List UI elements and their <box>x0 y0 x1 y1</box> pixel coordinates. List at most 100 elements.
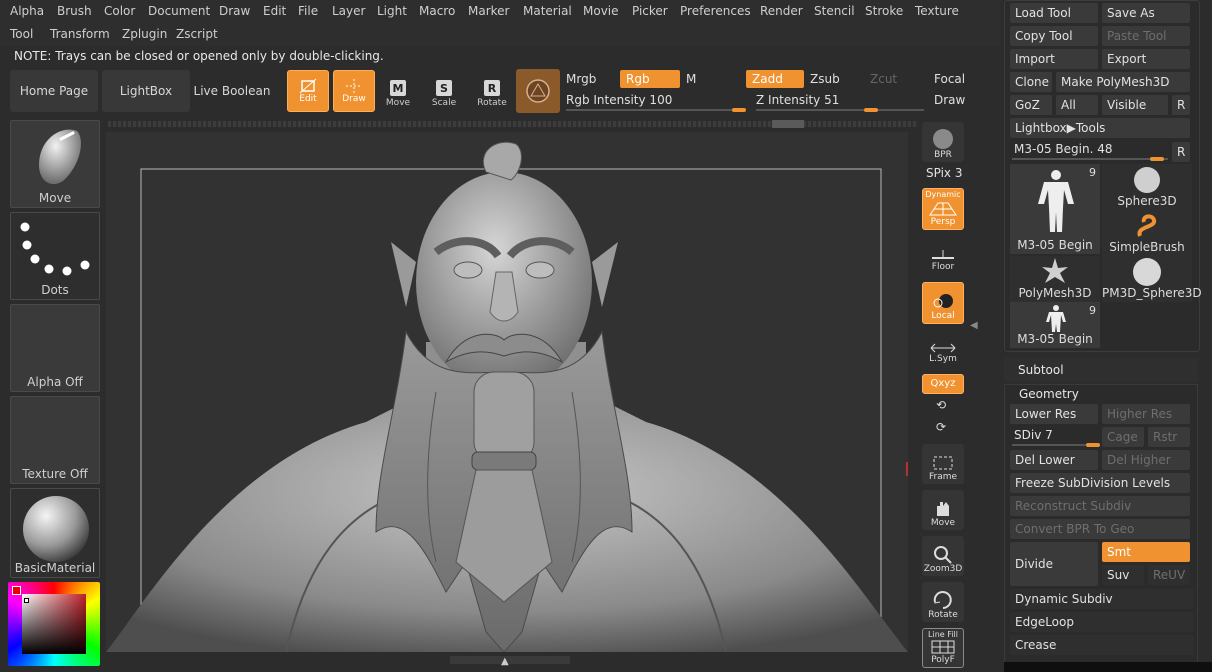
move-button[interactable]: M Move <box>380 76 416 108</box>
rgb-intensity-knob[interactable] <box>732 108 746 112</box>
scale-button[interactable]: S Scale <box>426 76 462 108</box>
menu-stencil[interactable]: Stencil <box>814 4 855 18</box>
goz-visible-button[interactable]: Visible <box>1102 95 1168 115</box>
rgb-intensity-track[interactable] <box>566 109 746 111</box>
tool-thumb-m305[interactable]: 9 M3-05 Begin <box>1010 164 1100 254</box>
export-button[interactable]: Export <box>1102 49 1190 69</box>
higher-res-button[interactable]: Higher Res <box>1102 404 1190 424</box>
menu-color[interactable]: Color <box>104 4 135 18</box>
menu-light[interactable]: Light <box>377 4 407 18</box>
local-button[interactable]: Local <box>922 282 964 324</box>
menu-material[interactable]: Material <box>523 4 572 18</box>
crease-section[interactable]: Crease <box>1010 635 1194 655</box>
suv-toggle[interactable]: Suv <box>1102 565 1144 585</box>
del-lower-button[interactable]: Del Lower <box>1010 450 1098 470</box>
geometry-title[interactable]: Geometry <box>1019 387 1079 401</box>
lightbox-button[interactable]: LightBox <box>102 70 190 112</box>
menu-render[interactable]: Render <box>760 4 803 18</box>
edit-button[interactable]: Edit <box>287 70 329 112</box>
persp-button[interactable]: Dynamic Persp <box>922 188 964 230</box>
menu-layer[interactable]: Layer <box>332 4 365 18</box>
right-tray-arrow-icon[interactable]: ◀ <box>970 320 978 334</box>
z-intensity-knob[interactable] <box>863 108 878 112</box>
menu-document[interactable]: Document <box>148 4 210 18</box>
zadd-toggle[interactable]: Zadd <box>746 70 804 88</box>
make-polymesh-button[interactable]: Make PolyMesh3D <box>1056 72 1190 92</box>
menu-texture[interactable]: Texture <box>915 4 959 18</box>
dynamic-subdiv-section[interactable]: Dynamic Subdiv <box>1010 589 1194 609</box>
convert-bpr-button[interactable]: Convert BPR To Geo <box>1010 519 1190 539</box>
lsym-button[interactable]: L.Sym <box>922 334 964 366</box>
material-slot[interactable]: BasicMaterial <box>10 488 100 578</box>
del-higher-button[interactable]: Del Higher <box>1102 450 1190 470</box>
zoom3d-button[interactable]: Zoom3D <box>922 536 964 576</box>
texture-slot[interactable]: Texture Off <box>10 396 100 484</box>
menu-transform[interactable]: Transform <box>50 27 110 41</box>
goz-all-button[interactable]: All <box>1056 95 1098 115</box>
lightbox-tools-button[interactable]: Lightbox▶Tools <box>1010 118 1190 138</box>
import-button[interactable]: Import <box>1010 49 1098 69</box>
tool-thumb-m305-2[interactable]: 9 M3-05 Begin <box>1010 302 1100 348</box>
home-page-button[interactable]: Home Page <box>10 70 98 112</box>
clone-button[interactable]: Clone <box>1010 72 1052 92</box>
draw-size-slider[interactable]: Draw <box>934 93 965 107</box>
floor-button[interactable]: Floor <box>922 234 964 274</box>
rotate-z-icon[interactable]: ⟳ <box>936 420 946 434</box>
document-canvas[interactable] <box>106 132 908 653</box>
frame-button[interactable]: Frame <box>922 444 964 484</box>
menu-edit[interactable]: Edit <box>263 4 286 18</box>
smt-toggle[interactable]: Smt <box>1102 542 1190 562</box>
color-square[interactable] <box>22 594 86 654</box>
tool-r-button[interactable]: R <box>1172 142 1190 162</box>
zsub-toggle[interactable]: Zsub <box>810 72 840 86</box>
goz-r-button[interactable]: R <box>1172 95 1190 115</box>
menu-picker[interactable]: Picker <box>632 4 668 18</box>
reuv-toggle[interactable]: ReUV <box>1148 565 1190 585</box>
menu-brush[interactable]: Brush <box>57 4 92 18</box>
alpha-slot[interactable]: Alpha Off <box>10 304 100 392</box>
canvas-scroll-thumb[interactable] <box>772 120 804 128</box>
xyz-button[interactable]: Qxyz <box>922 374 964 394</box>
tool-thumb-simplebrush[interactable]: SimpleBrush <box>1102 210 1192 256</box>
sdiv-slider[interactable]: SDiv 7 <box>1014 428 1053 442</box>
brush-slot[interactable]: Move <box>10 120 100 208</box>
move-view-button[interactable]: Move <box>922 490 964 530</box>
current-tool-track[interactable] <box>1012 158 1168 160</box>
menu-tool[interactable]: Tool <box>10 27 33 41</box>
menu-alpha[interactable]: Alpha <box>10 4 44 18</box>
live-boolean-button[interactable]: Live Boolean <box>192 70 272 112</box>
mrgb-toggle[interactable]: Mrgb <box>566 72 596 86</box>
m-toggle[interactable]: M <box>686 72 696 86</box>
save-as-button[interactable]: Save As <box>1102 3 1190 23</box>
tool-thumb-polymesh3d[interactable]: PolyMesh3D <box>1010 256 1100 302</box>
rotate-view-button[interactable]: Rotate <box>922 582 964 622</box>
focal-shift-slider[interactable]: Focal S <box>934 72 966 86</box>
bottom-tray-arrow-icon[interactable]: ▲ <box>501 656 519 667</box>
menu-movie[interactable]: Movie <box>583 4 619 18</box>
linefill-polyf-button[interactable]: Line Fill PolyF <box>922 628 964 668</box>
spix-slider[interactable]: SPix 3 <box>926 166 962 180</box>
tool-thumb-pm3d-sphere[interactable]: PM3D_Sphere3D <box>1102 256 1202 302</box>
main-color-swatch[interactable] <box>12 586 21 595</box>
draw-button[interactable]: Draw <box>333 70 375 112</box>
lower-res-button[interactable]: Lower Res <box>1010 404 1098 424</box>
menu-macro[interactable]: Macro <box>419 4 455 18</box>
cage-button[interactable]: Cage <box>1102 427 1144 447</box>
zcut-toggle[interactable]: Zcut <box>870 72 897 86</box>
subtool-header[interactable]: Subtool <box>1004 358 1198 382</box>
menu-draw[interactable]: Draw <box>219 4 250 18</box>
menu-marker[interactable]: Marker <box>468 4 509 18</box>
tool-thumb-sphere3d[interactable]: Sphere3D <box>1102 164 1192 210</box>
sdiv-knob[interactable] <box>1086 443 1100 447</box>
current-tool-knob[interactable] <box>1150 157 1164 161</box>
bpr-button[interactable]: BPR <box>922 122 964 162</box>
freeze-subdiv-button[interactable]: Freeze SubDivision Levels <box>1010 473 1190 493</box>
menu-preferences[interactable]: Preferences <box>680 4 751 18</box>
z-intensity-track[interactable] <box>756 109 924 111</box>
menu-zscript[interactable]: Zscript <box>176 27 218 41</box>
color-picker[interactable] <box>8 582 100 666</box>
menu-zplugin[interactable]: Zplugin <box>122 27 167 41</box>
paste-tool-button[interactable]: Paste Tool <box>1102 26 1190 46</box>
menu-stroke[interactable]: Stroke <box>865 4 903 18</box>
load-tool-button[interactable]: Load Tool <box>1010 3 1098 23</box>
